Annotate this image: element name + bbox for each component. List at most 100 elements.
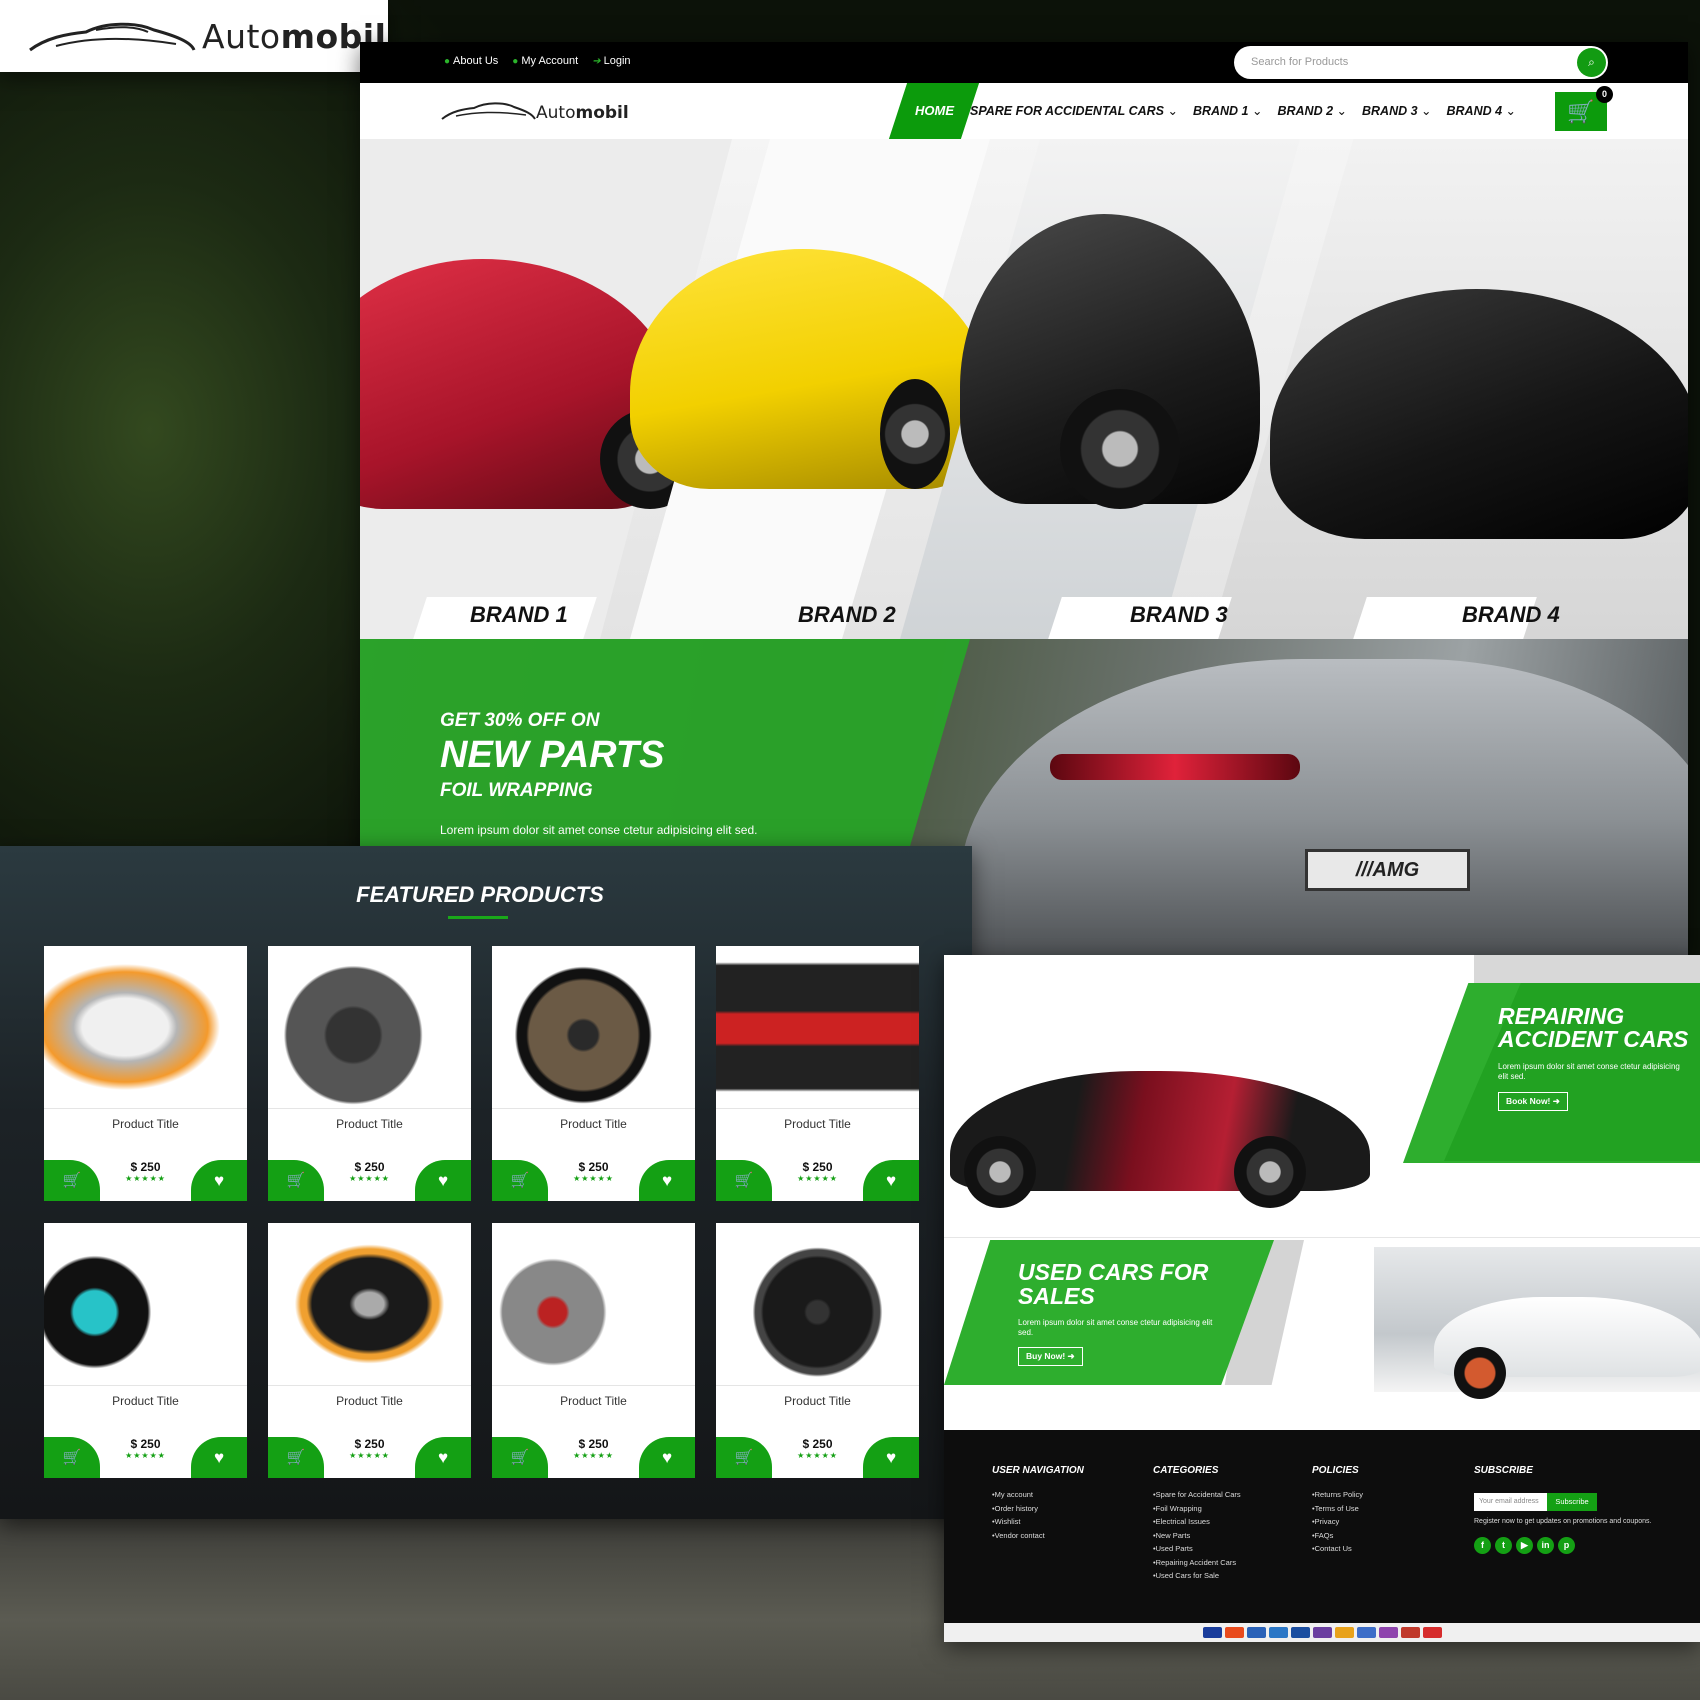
product-title[interactable]: Product Title bbox=[44, 1117, 247, 1131]
product-title[interactable]: Product Title bbox=[492, 1117, 695, 1131]
footer-link[interactable]: Order history bbox=[992, 1502, 1084, 1516]
speaker-pair-image bbox=[492, 1223, 695, 1386]
product-card[interactable]: Product Title $ 250 ★★★★★ 🛒 ♥ bbox=[492, 946, 695, 1201]
footer-link[interactable]: Used Parts bbox=[1153, 1542, 1241, 1556]
repair-heading: REPAIRING ACCIDENT CARS bbox=[1498, 1003, 1689, 1052]
user-icon: ● bbox=[512, 55, 519, 67]
product-title[interactable]: Product Title bbox=[268, 1117, 471, 1131]
footer-link[interactable]: Foil Wrapping bbox=[1153, 1502, 1241, 1516]
car-speaker-tube-image bbox=[44, 1223, 247, 1386]
product-card[interactable]: Product Title $ 250 ★★★★★ 🛒 ♥ bbox=[716, 1223, 919, 1478]
used-text: Lorem ipsum dolor sit amet conse ctetur … bbox=[1018, 1318, 1213, 1337]
card-icon bbox=[1312, 1627, 1332, 1638]
subscribe-button[interactable]: Subscribe bbox=[1547, 1493, 1597, 1511]
heart-icon: ♥ bbox=[213, 1171, 225, 1190]
cart-icon: 🛒 bbox=[62, 1172, 82, 1189]
footer-link[interactable]: Wishlist bbox=[992, 1515, 1084, 1529]
footer-link[interactable]: FAQs bbox=[1312, 1529, 1363, 1543]
product-title[interactable]: Product Title bbox=[492, 1394, 695, 1408]
buy-now-button[interactable]: Buy Now! ➜ bbox=[1018, 1347, 1083, 1366]
featured-heading: FEATURED PRODUCTS bbox=[356, 882, 604, 907]
product-title[interactable]: Product Title bbox=[44, 1394, 247, 1408]
search-input[interactable]: Search for Products ⌕ bbox=[1234, 46, 1608, 79]
nav-brand-2[interactable]: BRAND 2 bbox=[1277, 103, 1347, 118]
cart-icon: 🛒 bbox=[286, 1172, 306, 1189]
services-screen: REPAIRING ACCIDENT CARS Lorem ipsum dolor… bbox=[944, 955, 1700, 1642]
headlight-pair-image bbox=[44, 946, 247, 1109]
heart-icon: ♥ bbox=[437, 1448, 449, 1467]
about-us-link[interactable]: ● About Us bbox=[444, 55, 498, 67]
facebook-icon[interactable]: f bbox=[1474, 1537, 1491, 1554]
product-card[interactable]: Product Title $ 250 ★★★★★ 🛒 ♥ bbox=[492, 1223, 695, 1478]
social-links: f t ▶ in p bbox=[1474, 1537, 1575, 1554]
heart-icon: ♥ bbox=[885, 1171, 897, 1190]
visa-icon bbox=[1202, 1627, 1222, 1638]
brand-3-label[interactable]: BRAND 3 bbox=[1130, 602, 1228, 628]
product-card[interactable]: Product Title $ 250 ★★★★★ 🛒 ♥ bbox=[716, 946, 919, 1201]
footer-link[interactable]: New Parts bbox=[1153, 1529, 1241, 1543]
footer-link[interactable]: Terms of Use bbox=[1312, 1502, 1363, 1516]
product-card[interactable]: Product Title $ 250 ★★★★★ 🛒 ♥ bbox=[268, 1223, 471, 1478]
users-icon: ● bbox=[444, 55, 451, 67]
product-title[interactable]: Product Title bbox=[716, 1394, 919, 1408]
site-logo[interactable]: Automobil bbox=[440, 99, 629, 123]
tail-light bbox=[1050, 754, 1300, 780]
login-link[interactable]: ➔ Login bbox=[592, 55, 630, 67]
brand-1-label[interactable]: BRAND 1 bbox=[470, 602, 568, 628]
card-icon bbox=[1378, 1627, 1398, 1638]
nav-brand-3[interactable]: BRAND 3 bbox=[1362, 103, 1432, 118]
car-silhouette-icon bbox=[441, 102, 536, 120]
footer-categories: CATEGORIESSpare for Accidental CarsFoil … bbox=[1153, 1465, 1241, 1583]
black-rim-image bbox=[716, 1223, 919, 1386]
promo-line-3: FOIL WRAPPING bbox=[440, 780, 593, 801]
linkedin-icon[interactable]: in bbox=[1537, 1537, 1554, 1554]
used-heading: USED CARS FOR SALES bbox=[1018, 1259, 1209, 1309]
cart-icon: 🛒 bbox=[62, 1449, 82, 1466]
pinterest-icon[interactable]: p bbox=[1558, 1537, 1575, 1554]
repair-text: Lorem ipsum dolor sit amet conse ctetur … bbox=[1498, 1062, 1680, 1081]
product-title[interactable]: Product Title bbox=[716, 1117, 919, 1131]
footer-link[interactable]: My account bbox=[992, 1488, 1084, 1502]
heading-underline bbox=[448, 916, 508, 919]
promo-line-2: NEW PARTS bbox=[440, 734, 665, 776]
cart-icon: 🛒 bbox=[734, 1449, 754, 1466]
login-icon: ➔ bbox=[592, 55, 601, 67]
footer-link[interactable]: Vendor contact bbox=[992, 1529, 1084, 1543]
brand-4-label[interactable]: BRAND 4 bbox=[1462, 602, 1560, 628]
product-card[interactable]: Product Title $ 250 ★★★★★ 🛒 ♥ bbox=[268, 946, 471, 1201]
search-button[interactable]: ⌕ bbox=[1577, 48, 1606, 77]
product-title[interactable]: Product Title bbox=[268, 1394, 471, 1408]
footer-link[interactable]: Privacy bbox=[1312, 1515, 1363, 1529]
my-account-link[interactable]: ● My Account bbox=[512, 55, 578, 67]
footer-link[interactable]: Spare for Accidental Cars bbox=[1153, 1488, 1241, 1502]
product-card[interactable]: Product Title $ 250 ★★★★★ 🛒 ♥ bbox=[44, 946, 247, 1201]
footer-link[interactable]: Used Cars for Sale bbox=[1153, 1569, 1241, 1583]
nav-spare-parts[interactable]: SPARE FOR ACCIDENTAL CARS bbox=[970, 103, 1178, 118]
brand-4-panel[interactable] bbox=[1210, 139, 1688, 639]
footer-link[interactable]: Electrical Issues bbox=[1153, 1515, 1241, 1529]
twitter-icon[interactable]: t bbox=[1495, 1537, 1512, 1554]
book-now-button[interactable]: Book Now! ➜ bbox=[1498, 1092, 1568, 1111]
product-card[interactable]: Product Title $ 250 ★★★★★ 🛒 ♥ bbox=[44, 1223, 247, 1478]
cart-count-badge: 0 bbox=[1596, 86, 1613, 103]
mastercard-icon bbox=[1224, 1627, 1244, 1638]
cart-icon: 🛒 bbox=[510, 1449, 530, 1466]
amex-icon bbox=[1268, 1627, 1288, 1638]
footer-link[interactable]: Contact Us bbox=[1312, 1542, 1363, 1556]
nav-home[interactable]: HOME bbox=[915, 103, 954, 118]
brand-2-label[interactable]: BRAND 2 bbox=[798, 602, 896, 628]
cart-icon: 🛒 bbox=[734, 1172, 754, 1189]
nav-brand-4[interactable]: BRAND 4 bbox=[1447, 103, 1517, 118]
cart-icon: 🛒 bbox=[286, 1449, 306, 1466]
nav-brand-1[interactable]: BRAND 1 bbox=[1193, 103, 1263, 118]
youtube-icon[interactable]: ▶ bbox=[1516, 1537, 1533, 1554]
projector-headlights-image bbox=[268, 1223, 471, 1386]
homepage-screen: ● About Us ● My Account ➔ Login Search for … bbox=[360, 42, 1688, 955]
email-field[interactable]: Your email address bbox=[1474, 1493, 1547, 1511]
white-car-image bbox=[1374, 1247, 1700, 1399]
footer-link[interactable]: Repairing Accident Cars bbox=[1153, 1556, 1241, 1570]
card-icon bbox=[1290, 1627, 1310, 1638]
main-nav: Automobil HOME SPARE FOR ACCIDENTAL CARS… bbox=[360, 83, 1688, 139]
payment-methods bbox=[944, 1623, 1700, 1642]
footer-link[interactable]: Returns Policy bbox=[1312, 1488, 1363, 1502]
